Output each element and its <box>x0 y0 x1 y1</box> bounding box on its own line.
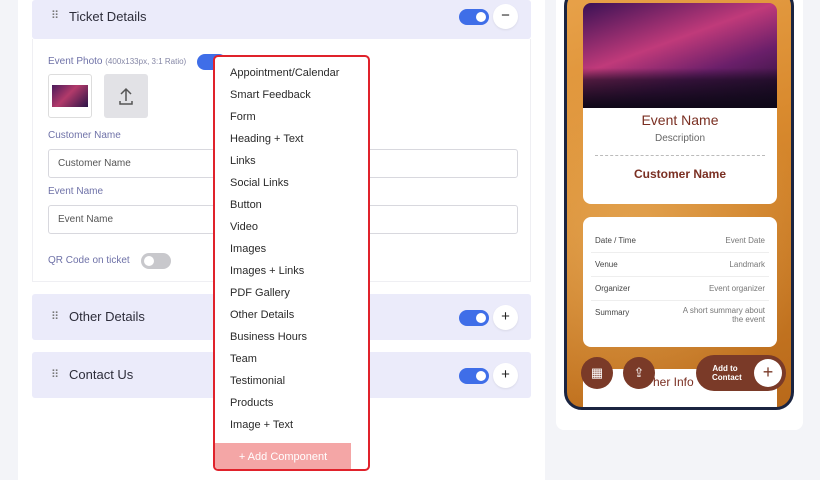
drag-handle-icon[interactable]: ⠿ <box>51 310 59 323</box>
row-value: Event Date <box>725 236 765 245</box>
event-hero-image <box>583 3 777 108</box>
drag-handle-icon[interactable]: ⠿ <box>51 9 59 22</box>
expand-plus-icon[interactable]: + <box>493 305 518 330</box>
menu-item-images[interactable]: Images <box>230 243 266 255</box>
preview-event-name: Event Name <box>641 112 719 128</box>
menu-item-images-links[interactable]: Images + Links <box>230 265 304 277</box>
menu-item-business-hours[interactable]: Business Hours <box>230 331 307 343</box>
event-name-label: Event Name <box>48 186 104 197</box>
menu-item-heading-text[interactable]: Heading + Text <box>230 133 304 145</box>
menu-item-appointment[interactable]: Appointment/Calendar <box>230 67 339 79</box>
upload-icon <box>119 87 133 105</box>
collapse-minus-icon[interactable]: − <box>493 4 518 29</box>
drag-handle-icon[interactable]: ⠿ <box>51 368 59 381</box>
plus-icon: + <box>754 359 782 387</box>
section-toggle[interactable] <box>459 368 489 384</box>
section-title: Ticket Details <box>69 9 147 24</box>
add-to-contact-button[interactable]: Add to Contact + <box>696 355 786 391</box>
row-label: Organizer <box>595 284 631 293</box>
qr-code-toggle[interactable] <box>141 253 171 269</box>
row-value: A short summary about the event <box>682 306 765 324</box>
expand-plus-icon[interactable]: + <box>493 363 518 388</box>
qr-code-label: QR Code on ticket <box>48 255 130 266</box>
menu-item-pdf-gallery[interactable]: PDF Gallery <box>230 287 290 299</box>
menu-item-testimonial[interactable]: Testimonial <box>230 375 285 387</box>
section-toggle[interactable] <box>459 9 489 25</box>
menu-item-other-details[interactable]: Other Details <box>230 309 294 321</box>
menu-item-links[interactable]: Links <box>230 155 256 167</box>
add-to-contact-label: Add to Contact <box>712 364 742 382</box>
preview-description: Description <box>654 133 706 144</box>
add-component-menu: Appointment/Calendar Smart Feedback Form… <box>213 55 370 471</box>
event-info-card: Date / Time Event Date Venue Landmark Or… <box>583 217 777 347</box>
row-label: Date / Time <box>595 236 636 245</box>
row-label: Summary <box>595 308 630 317</box>
menu-item-image-text[interactable]: Image + Text <box>230 419 293 431</box>
other-info-title: her Info <box>653 375 694 389</box>
menu-item-video[interactable]: Video <box>230 221 258 233</box>
event-photo-thumbnail[interactable] <box>48 74 92 118</box>
section-toggle[interactable] <box>459 310 489 326</box>
share-icon[interactable]: ⇪ <box>623 357 655 389</box>
qr-code-icon[interactable]: ▦ <box>581 357 613 389</box>
section-ticket-details[interactable]: ⠿ Ticket Details − <box>32 0 531 39</box>
menu-item-products[interactable]: Products <box>230 397 273 409</box>
menu-item-form[interactable]: Form <box>230 111 256 123</box>
add-component-button[interactable]: + Add Component <box>215 443 351 469</box>
section-title: Other Details <box>69 309 145 324</box>
event-photo-label: Event Photo (400x133px, 3:1 Ratio) <box>48 56 187 67</box>
preview-customer-name: Customer Name <box>633 167 727 181</box>
menu-item-social-links[interactable]: Social Links <box>230 177 289 189</box>
menu-item-smart-feedback[interactable]: Smart Feedback <box>230 89 311 101</box>
customer-name-label: Customer Name <box>48 130 121 141</box>
row-value: Event organizer <box>708 284 765 293</box>
event-card: Event Name Description Customer Name <box>583 108 777 204</box>
section-title: Contact Us <box>69 367 134 382</box>
menu-item-button[interactable]: Button <box>230 199 262 211</box>
phone-preview: Event Name Description Customer Name Dat… <box>564 0 794 410</box>
event-photo-image <box>52 85 88 107</box>
upload-photo-button[interactable] <box>104 74 148 118</box>
row-label: Venue <box>595 260 618 269</box>
row-value: Landmark <box>729 260 765 269</box>
menu-item-team[interactable]: Team <box>230 353 257 365</box>
